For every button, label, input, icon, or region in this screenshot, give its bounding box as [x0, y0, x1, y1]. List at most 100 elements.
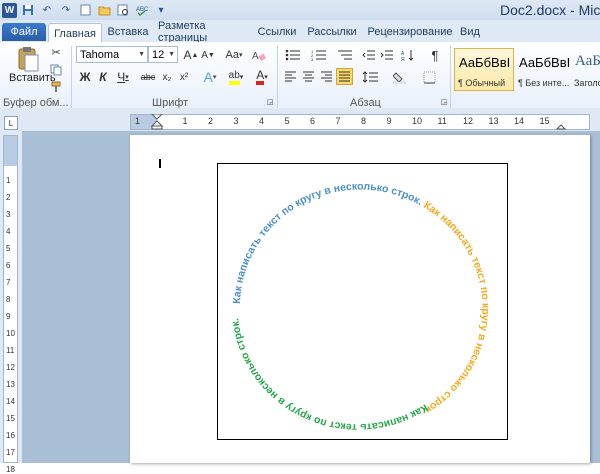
ruler-number: 12 [463, 116, 474, 126]
decrease-indent-icon[interactable] [360, 47, 376, 63]
tab-home[interactable]: Главная [48, 23, 102, 43]
ruler-number: 9 [386, 116, 392, 126]
copy-icon[interactable] [48, 62, 64, 78]
title-bar: W ↶ ↷ ABC ▾ Doc2.docx - Mic [0, 0, 600, 21]
pilcrow-button[interactable]: ¶ [428, 47, 442, 63]
open-icon[interactable] [96, 2, 112, 18]
spelling-icon[interactable]: ABC [134, 2, 150, 18]
font-size-value: 12 [152, 48, 165, 61]
indent-marker-icon[interactable] [151, 114, 163, 130]
ruler-number: 13 [488, 116, 499, 126]
superscript-button[interactable]: x² [176, 69, 192, 85]
window-title: Doc2.docx - Mic [500, 2, 600, 18]
subscript-button[interactable]: x₂ [159, 69, 175, 85]
tab-view[interactable]: Вид [456, 23, 484, 41]
tab-insert[interactable]: Вставка [104, 23, 152, 41]
line-spacing-icon[interactable] [360, 69, 382, 85]
italic-button[interactable]: К [96, 69, 110, 85]
grow-font-button[interactable]: A ▲ [183, 47, 199, 63]
cut-icon[interactable]: ✂ [48, 44, 64, 60]
style-name: Заголо [574, 78, 600, 88]
underline-button[interactable]: Ч ▾ [114, 69, 132, 85]
vertical-ruler-number: 12 [6, 363, 15, 372]
shrink-font-button[interactable]: A ▼ [201, 47, 215, 63]
undo-icon[interactable]: ↶ [39, 2, 55, 18]
highlight-glyph: ab [228, 70, 240, 85]
bold-button[interactable]: Ж [78, 69, 92, 85]
customize-icon[interactable]: ▾ [153, 2, 169, 18]
font-color-glyph: A [256, 69, 265, 85]
ruler-number: 11 [437, 116, 447, 126]
document-page[interactable]: Как написать текст по кругу в несколько … [130, 135, 590, 463]
group-divider [450, 46, 451, 108]
paste-icon[interactable] [10, 44, 46, 74]
redo-icon[interactable]: ↷ [58, 2, 74, 18]
tab-references[interactable]: Ссылки [254, 23, 300, 41]
style-sample: АаБ [575, 53, 600, 69]
word-logo-icon[interactable]: W [2, 2, 17, 18]
clear-format-icon[interactable]: A [250, 47, 268, 63]
horizontal-ruler[interactable]: 12123456789101112131415 [130, 114, 590, 130]
style-normal[interactable]: АаБбВвІ ¶ Обычный [454, 48, 514, 91]
ruler-number: 15 [539, 116, 550, 126]
text-effects-button[interactable]: A ▾ [199, 68, 221, 86]
text-frame[interactable]: Как написать текст по кругу в несколько … [217, 163, 508, 440]
circular-text-art: Как написать текст по кругу в несколько … [229, 181, 492, 434]
multilevel-list-icon[interactable] [334, 47, 356, 63]
right-indent-marker-icon[interactable] [556, 124, 566, 130]
font-name-value: Tahoma [80, 48, 120, 61]
font-size-dropdown[interactable]: 12 ▼ [148, 46, 178, 63]
vertical-ruler-number: 14 [6, 397, 15, 406]
style-sample: АаБбВвІ [459, 55, 511, 70]
quick-access-toolbar: W ↶ ↷ ABC ▾ [2, 2, 169, 18]
grow-font-glyph: A [183, 48, 192, 62]
group-divider [277, 46, 278, 108]
shrink-font-glyph: A [201, 49, 208, 61]
font-name-dropdown[interactable]: Tahoma ▼ [76, 46, 148, 63]
align-right-icon[interactable] [318, 69, 334, 85]
ruler-number: 5 [284, 116, 290, 126]
svg-text:Я: Я [401, 57, 405, 62]
svg-text:A: A [252, 51, 259, 62]
circle-text-blue-path: Как написать текст по кругу в несколько … [231, 181, 425, 305]
vertical-ruler-number: 3 [6, 210, 11, 219]
borders-icon[interactable] [418, 69, 440, 85]
align-left-icon[interactable] [282, 69, 298, 85]
style-name: ¶ Обычный [458, 78, 506, 88]
font-dialog-launcher-icon[interactable]: ◲ [266, 98, 274, 106]
ruler-number: 1 [135, 116, 141, 126]
ruler-number: 7 [335, 116, 341, 126]
ruler-number: 1 [182, 116, 188, 126]
save-icon[interactable] [20, 2, 36, 18]
style-no-spacing[interactable]: АаБбВвІ ¶ Без инте... [514, 48, 574, 91]
numbering-icon[interactable]: 123 [308, 47, 330, 63]
sort-icon[interactable]: АЯ [399, 47, 415, 63]
bullets-icon[interactable] [282, 47, 304, 63]
tab-file[interactable]: Файл [2, 23, 46, 41]
paragraph-dialog-launcher-icon[interactable]: ◲ [440, 98, 448, 106]
chevron-down-icon: ▼ [168, 51, 175, 58]
style-sample: АаБбВвІ [519, 55, 571, 70]
style-heading[interactable]: АаБ Заголо [570, 48, 600, 91]
justify-icon[interactable] [336, 68, 353, 85]
format-painter-icon[interactable] [48, 79, 64, 95]
ribbon-tabs: Файл Главная Вставка Разметка страницы С… [0, 20, 600, 44]
vertical-ruler-number: 6 [6, 261, 11, 270]
print-preview-icon[interactable] [115, 2, 131, 18]
text-cursor [159, 159, 161, 168]
ruler-number: 8 [361, 116, 367, 126]
strikethrough-button[interactable]: abc [139, 69, 157, 85]
change-case-button[interactable]: Aa ▾ [224, 47, 244, 63]
new-icon[interactable] [77, 2, 93, 18]
increase-indent-icon[interactable] [378, 47, 394, 63]
tab-mailings[interactable]: Рассылки [305, 23, 359, 41]
shading-icon[interactable] [390, 69, 412, 85]
tab-selector[interactable]: L [4, 116, 18, 130]
vertical-ruler[interactable]: 1 2 3 4 5 6 7 8 9 10 11 12 13 14 15 16 17 18 [3, 135, 18, 474]
align-center-icon[interactable] [300, 69, 316, 85]
tab-review[interactable]: Рецензирование [367, 23, 453, 41]
highlight-button[interactable]: ab ▾ [224, 68, 248, 86]
font-color-button[interactable]: A ▾ [251, 68, 273, 86]
tab-page-layout[interactable]: Разметка страницы [158, 20, 250, 44]
circle-text-orange-path: Как написать текст по кругу в несколько … [421, 199, 492, 417]
